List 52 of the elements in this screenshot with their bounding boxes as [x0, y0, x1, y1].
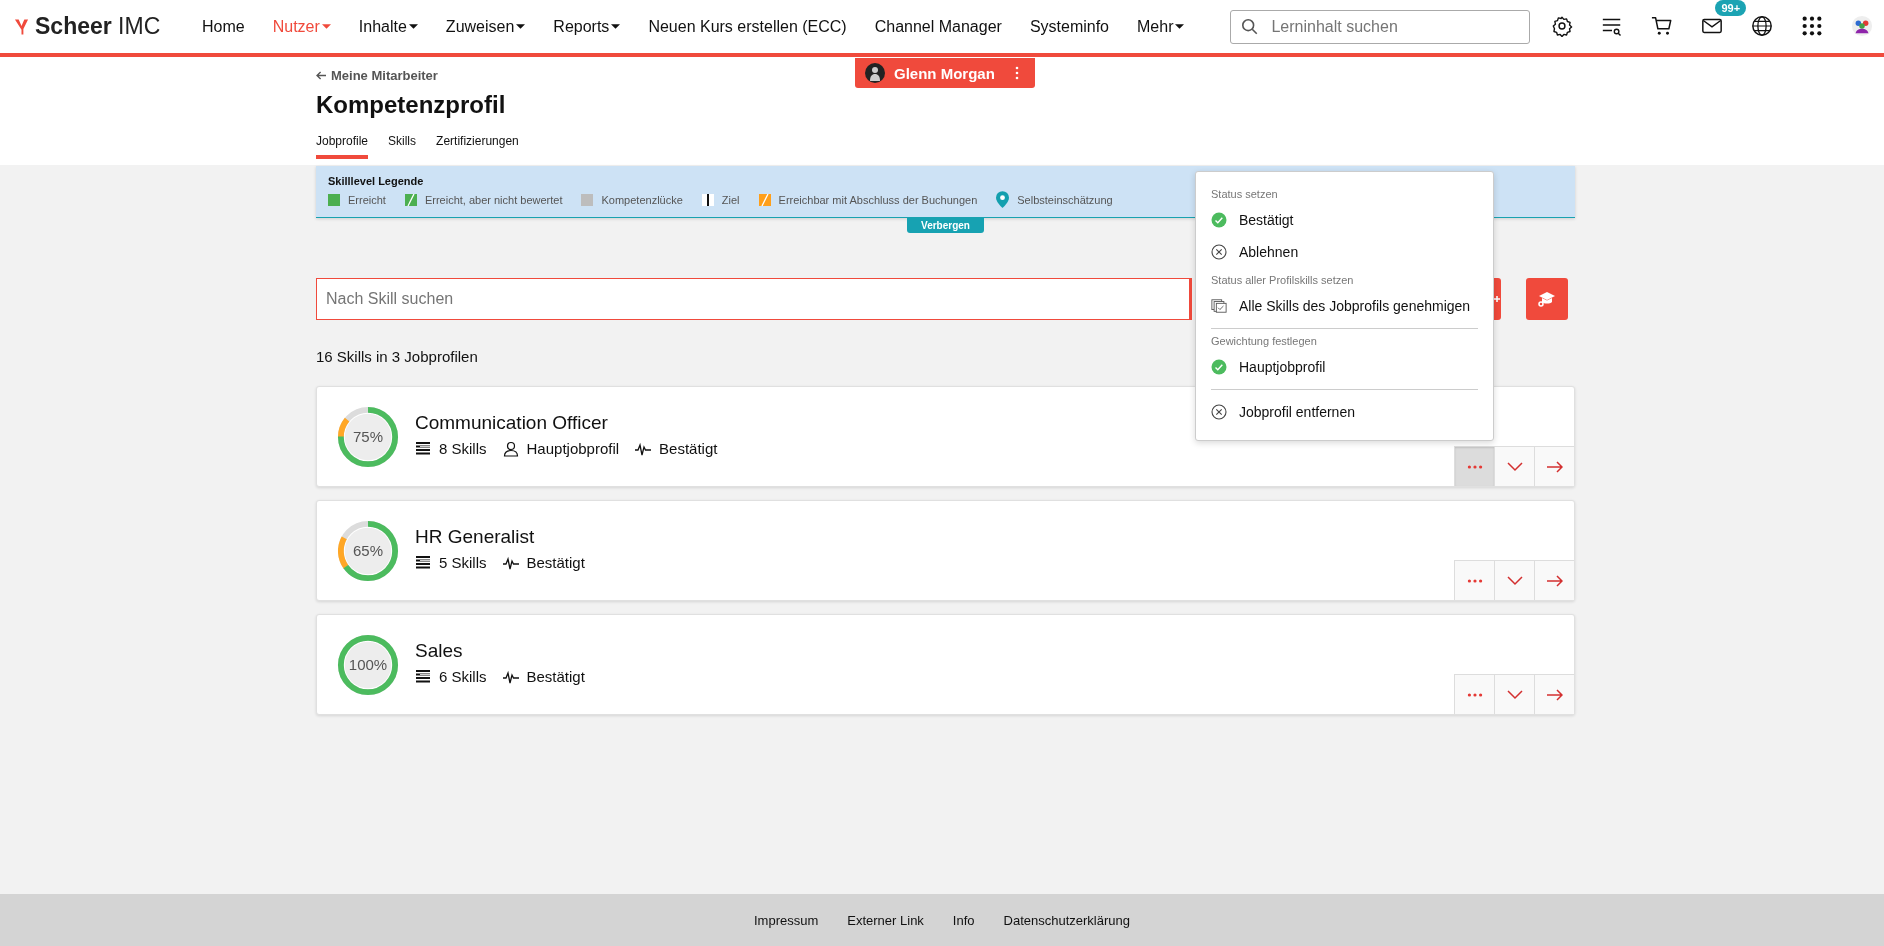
meta-text: 8 Skills — [439, 440, 487, 457]
meta-text: 6 Skills — [439, 668, 487, 685]
nav-item[interactable]: Systeminfo — [1029, 17, 1109, 36]
percent-label: 100% — [347, 656, 389, 673]
menu-item[interactable]: Ablehnen — [1239, 244, 1299, 260]
card-title: HR Generalist — [415, 526, 536, 548]
nav-item[interactable]: Reports — [553, 17, 610, 36]
legend-label: Erreicht — [348, 193, 386, 206]
logo-wordmark[interactable]: Scheer IMC — [35, 13, 161, 40]
legend-label: Erreicht, aber nicht bewertet — [424, 193, 563, 206]
meta-text: 5 Skills — [439, 554, 487, 571]
tab[interactable]: Skills — [388, 134, 417, 159]
menu-item[interactable]: Bestätigt — [1239, 212, 1294, 228]
tab[interactable]: Jobprofile — [316, 134, 369, 159]
legend-label: Erreichbar mit Abschluss der Buchungen — [778, 193, 978, 206]
nav-item[interactable]: Mehr — [1137, 17, 1174, 36]
footer-link[interactable]: Externer Link — [847, 912, 924, 928]
page-title: Kompetenzprofil — [316, 91, 507, 120]
legend-label: Ziel — [721, 193, 740, 206]
meta-text: Hauptjobprofil — [526, 440, 620, 457]
nav-item[interactable]: Nutzer — [272, 17, 320, 36]
menu-heading: Status aller Profilskills setzen — [1211, 274, 1355, 286]
menu-heading: Gewichtung festlegen — [1211, 335, 1318, 347]
menu-item[interactable]: Alle Skills des Jobprofils genehmigen — [1239, 298, 1471, 314]
search-field[interactable]: Lerninhalt suchen — [1230, 9, 1531, 44]
nav-item[interactable]: Home — [202, 17, 245, 36]
meta-text: Bestätigt — [526, 668, 585, 685]
percent-label: 75% — [352, 428, 384, 445]
nav-item[interactable]: Channel Manager — [874, 17, 1002, 36]
footer-link[interactable]: Info — [952, 912, 975, 928]
nav-item[interactable]: Neuen Kurs erstellen (ECC) — [648, 17, 847, 36]
result-count: 16 Skills in 3 Jobprofilen — [316, 348, 478, 365]
legend-title: Skilllevel Legende — [328, 175, 425, 187]
legend-label: Selbsteinschätzung — [1017, 193, 1113, 206]
card-title: Sales — [415, 640, 464, 662]
nav-item[interactable]: Zuweisen — [445, 17, 515, 36]
card-title: Communication Officer — [415, 412, 609, 434]
menu-heading: Status setzen — [1211, 188, 1279, 200]
nav-item[interactable]: Inhalte — [358, 17, 407, 36]
menu-item[interactable]: Jobprofil entfernen — [1239, 404, 1355, 420]
footer-link[interactable]: Impressum — [753, 912, 819, 928]
percent-label: 65% — [352, 542, 384, 559]
menu-item[interactable]: Hauptjobprofil — [1239, 359, 1326, 375]
footer-link[interactable]: Datenschutzerklärung — [1003, 912, 1130, 928]
meta-text: Bestätigt — [659, 440, 718, 457]
legend-label: Kompetenzlücke — [601, 193, 683, 206]
tab[interactable]: Zertifizierungen — [436, 134, 519, 159]
back-link[interactable]: Meine Mitarbeiter — [331, 68, 438, 83]
meta-text: Bestätigt — [526, 554, 585, 571]
user-tag[interactable]: Glenn Morgan — [855, 58, 1035, 88]
skill-search-field[interactable]: Nach Skill suchen — [316, 278, 1192, 320]
notification-badge: 99+ — [1715, 0, 1747, 16]
